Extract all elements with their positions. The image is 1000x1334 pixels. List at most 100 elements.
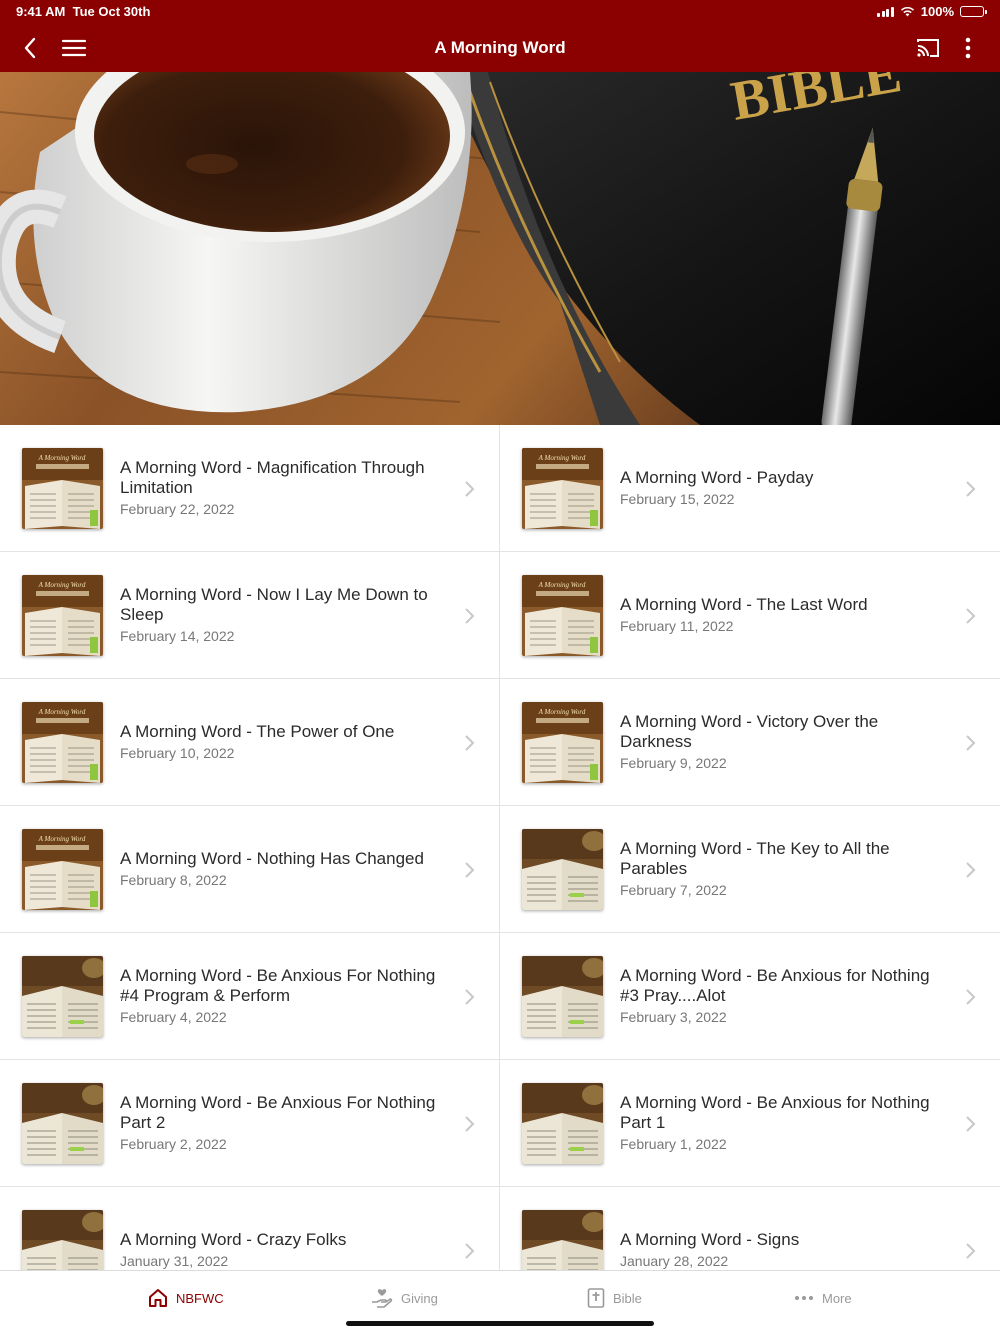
list-item[interactable]: A Morning Word A Morning Word - Now I La… [0, 552, 500, 679]
top-bar: 9:41 AM Tue Oct 30th 100% A Morning Word [0, 0, 1000, 72]
home-indicator[interactable] [346, 1321, 654, 1326]
item-date: February 10, 2022 [120, 744, 235, 761]
svg-text:A Morning Word: A Morning Word [38, 835, 86, 843]
thumbnail-morning-word-book: A Morning Word [22, 448, 103, 529]
chevron-right-icon [465, 481, 475, 497]
svg-text:A Morning Word: A Morning Word [538, 454, 586, 462]
item-title: A Morning Word - The Last Word [620, 594, 868, 614]
list-item[interactable]: A Morning Word A Morning Word - Magnific… [0, 425, 500, 552]
list-item[interactable]: A Morning Word - The Key to All the Para… [500, 806, 1000, 933]
item-date: February 2, 2022 [120, 1135, 227, 1152]
item-date: January 28, 2022 [620, 1252, 729, 1269]
list-item[interactable]: A Morning Word A Morning Word - The Powe… [0, 679, 500, 806]
giving-icon [372, 1289, 393, 1308]
item-title: A Morning Word - Now I Lay Me Down to Sl… [120, 584, 428, 624]
tab-giving[interactable]: Giving [371, 1285, 438, 1311]
item-title: A Morning Word - Magnification Through L… [120, 457, 425, 497]
thumbnail-desk-bible [22, 1210, 103, 1270]
item-date: February 22, 2022 [120, 500, 235, 517]
page-title: A Morning Word [434, 38, 566, 57]
item-date: February 1, 2022 [620, 1135, 727, 1152]
overflow-menu-icon[interactable] [954, 34, 982, 62]
thumbnail-morning-word-book: A Morning Word [22, 702, 103, 783]
item-title: A Morning Word - Be Anxious for Nothing … [620, 1092, 930, 1132]
thumbnail-desk-bible [22, 1083, 103, 1164]
thumbnail-morning-word-book: A Morning Word [522, 448, 603, 529]
svg-text:A Morning Word: A Morning Word [38, 708, 86, 716]
thumbnail-desk-bible [522, 829, 603, 910]
chevron-right-icon [465, 1116, 475, 1132]
list-item[interactable]: A Morning Word A Morning Word - Payday Fe… [500, 425, 1000, 552]
home-icon [149, 1289, 167, 1307]
item-title: A Morning Word - Signs [620, 1229, 800, 1249]
tab-label: Giving [401, 1290, 438, 1306]
chevron-right-icon [966, 862, 976, 878]
item-title: A Morning Word - The Power of One [120, 721, 395, 741]
thumbnail-morning-word-book: A Morning Word [22, 575, 103, 656]
thumbnail-morning-word-book: A Morning Word [522, 702, 603, 783]
thumbnail-desk-bible [522, 956, 603, 1037]
item-title: A Morning Word - Be Anxious For Nothing … [120, 1092, 436, 1132]
thumbnail-morning-word-book: A Morning Word [522, 575, 603, 656]
list-item[interactable]: A Morning Word - Be Anxious for Nothing … [500, 933, 1000, 1060]
chevron-right-icon [465, 862, 475, 878]
chevron-right-icon [966, 481, 976, 497]
chevron-right-icon [966, 1243, 976, 1259]
chevron-right-icon [966, 1116, 976, 1132]
battery-icon [960, 6, 987, 17]
tab-bible[interactable]: Bible [587, 1285, 642, 1311]
svg-text:A Morning Word: A Morning Word [538, 581, 586, 589]
tab-nbfwc[interactable]: NBFWC [148, 1285, 224, 1311]
item-date: February 3, 2022 [620, 1008, 727, 1025]
item-date: February 7, 2022 [620, 881, 727, 898]
status-indicators: 100% [877, 4, 987, 19]
item-title: A Morning Word - Payday [620, 467, 814, 487]
list-item[interactable]: A Morning Word - Be Anxious For Nothing … [0, 933, 500, 1060]
item-title: A Morning Word - Be Anxious For Nothing … [120, 965, 436, 1005]
thumbnail-desk-bible [522, 1210, 603, 1270]
cast-icon[interactable] [914, 34, 942, 62]
tab-more[interactable]: More [794, 1285, 852, 1311]
wifi-icon [900, 6, 914, 17]
item-date: February 11, 2022 [620, 617, 734, 634]
battery-percent: 100% [920, 4, 954, 19]
chevron-right-icon [966, 735, 976, 751]
hero-image: BIBLE [0, 72, 1000, 425]
status-time: 9:41 AM Tue Oct 30th [16, 4, 151, 19]
chevron-right-icon [966, 989, 976, 1005]
item-title: A Morning Word - Be Anxious for Nothing … [620, 965, 930, 1005]
svg-text:A Morning Word: A Morning Word [38, 581, 86, 589]
item-date: February 14, 2022 [120, 627, 235, 644]
list-item[interactable]: A Morning Word - Be Anxious for Nothing … [500, 1060, 1000, 1187]
cellular-signal-icon [877, 6, 894, 17]
item-title: A Morning Word - Nothing Has Changed [120, 848, 424, 868]
item-date: January 31, 2022 [120, 1252, 229, 1269]
item-date: February 9, 2022 [620, 754, 727, 771]
thumbnail-desk-bible [522, 1083, 603, 1164]
list-item[interactable]: A Morning Word A Morning Word - Nothing … [0, 806, 500, 933]
item-title: A Morning Word - The Key to All the Para… [620, 838, 890, 878]
item-title: A Morning Word - Crazy Folks [120, 1229, 347, 1249]
sermon-grid: A Morning Word A Morning Word - Magnific… [0, 425, 1000, 1270]
tab-label: Bible [613, 1290, 642, 1306]
chevron-right-icon [966, 608, 976, 624]
item-date: February 15, 2022 [620, 490, 735, 507]
chevron-right-icon [465, 608, 475, 624]
tab-label: NBFWC [176, 1290, 224, 1306]
item-title: A Morning Word - Victory Over the Darkne… [620, 711, 879, 751]
svg-text:A Morning Word: A Morning Word [538, 708, 586, 716]
list-item[interactable]: A Morning Word A Morning Word - The Last… [500, 552, 1000, 679]
list-item[interactable]: A Morning Word - Signs January 28, 2022 [500, 1187, 1000, 1270]
list-item[interactable]: A Morning Word - Be Anxious For Nothing … [0, 1060, 500, 1187]
more-dots-icon [795, 1296, 813, 1300]
bible-icon [587, 1288, 605, 1308]
item-date: February 4, 2022 [120, 1008, 227, 1025]
thumbnail-morning-word-book: A Morning Word [22, 829, 103, 910]
thumbnail-desk-bible [22, 956, 103, 1037]
item-date: February 8, 2022 [120, 871, 227, 888]
chevron-right-icon [465, 735, 475, 751]
tab-label: More [822, 1290, 852, 1306]
list-item[interactable]: A Morning Word A Morning Word - Victory … [500, 679, 1000, 806]
list-item[interactable]: A Morning Word - Crazy Folks January 31, … [0, 1187, 500, 1270]
chevron-right-icon [465, 1243, 475, 1259]
